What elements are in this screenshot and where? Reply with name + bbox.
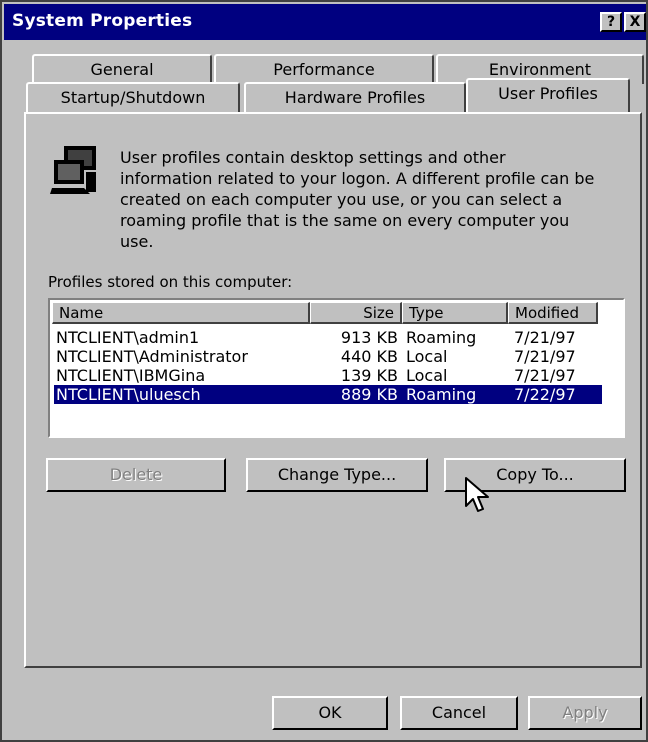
profile-name: NTCLIENT\uluesch	[56, 385, 201, 404]
tab-user-profiles[interactable]: User Profiles	[466, 78, 630, 112]
column-header-modified[interactable]: Modified	[508, 302, 598, 324]
profile-name: NTCLIENT\admin1	[56, 328, 200, 347]
profile-name: NTCLIENT\IBMGina	[56, 366, 206, 385]
mouse-pointer-icon	[465, 477, 489, 512]
change-type-button[interactable]: Change Type...	[246, 458, 428, 492]
column-header-size[interactable]: Size	[310, 302, 402, 324]
window-title: System Properties	[12, 11, 193, 31]
profile-type: Local	[406, 366, 448, 385]
system-properties-window: System Properties ? X General Performanc…	[0, 0, 648, 742]
profiles-description: User profiles contain desktop settings a…	[120, 148, 595, 251]
profile-size: 889 KB	[340, 385, 398, 404]
profile-row-selected[interactable]: NTCLIENT\uluesch 889 KB Roaming 7/22/97	[54, 385, 602, 404]
profile-row[interactable]: NTCLIENT\Administrator 440 KB Local 7/21…	[54, 347, 602, 366]
apply-button[interactable]: Apply	[528, 696, 642, 730]
profile-row[interactable]: NTCLIENT\IBMGina 139 KB Local 7/21/97	[54, 366, 602, 385]
profile-type: Local	[406, 347, 448, 366]
profile-modified: 7/21/97	[514, 328, 576, 347]
profile-size: 139 KB	[340, 366, 398, 385]
tab-startup-shutdown[interactable]: Startup/Shutdown	[26, 82, 240, 112]
tab-hardware-profiles[interactable]: Hardware Profiles	[244, 82, 466, 112]
profile-modified: 7/22/97	[514, 385, 576, 404]
profiles-list-label: Profiles stored on this computer:	[48, 273, 293, 291]
user-profiles-icon	[50, 146, 96, 194]
title-bar[interactable]: System Properties ? X	[4, 4, 646, 40]
profile-row[interactable]: NTCLIENT\admin1 913 KB Roaming 7/21/97	[54, 328, 602, 347]
profile-type: Roaming	[406, 385, 477, 404]
help-button[interactable]: ?	[600, 12, 622, 32]
cancel-button[interactable]: Cancel	[400, 696, 518, 730]
tab-general[interactable]: General	[32, 54, 212, 84]
column-header-name[interactable]: Name	[52, 302, 310, 324]
delete-button[interactable]: Delete	[46, 458, 226, 492]
close-button[interactable]: X	[624, 12, 646, 32]
tab-performance[interactable]: Performance	[214, 54, 434, 84]
profile-size: 440 KB	[340, 347, 398, 366]
profile-name: NTCLIENT\Administrator	[56, 347, 248, 366]
profile-modified: 7/21/97	[514, 347, 576, 366]
profile-type: Roaming	[406, 328, 477, 347]
profile-size: 913 KB	[340, 328, 398, 347]
column-header-type[interactable]: Type	[402, 302, 508, 324]
profiles-list[interactable]: Name Size Type Modified NTCLIENT\admin1 …	[48, 298, 625, 438]
ok-button[interactable]: OK	[272, 696, 388, 730]
profile-modified: 7/21/97	[514, 366, 576, 385]
